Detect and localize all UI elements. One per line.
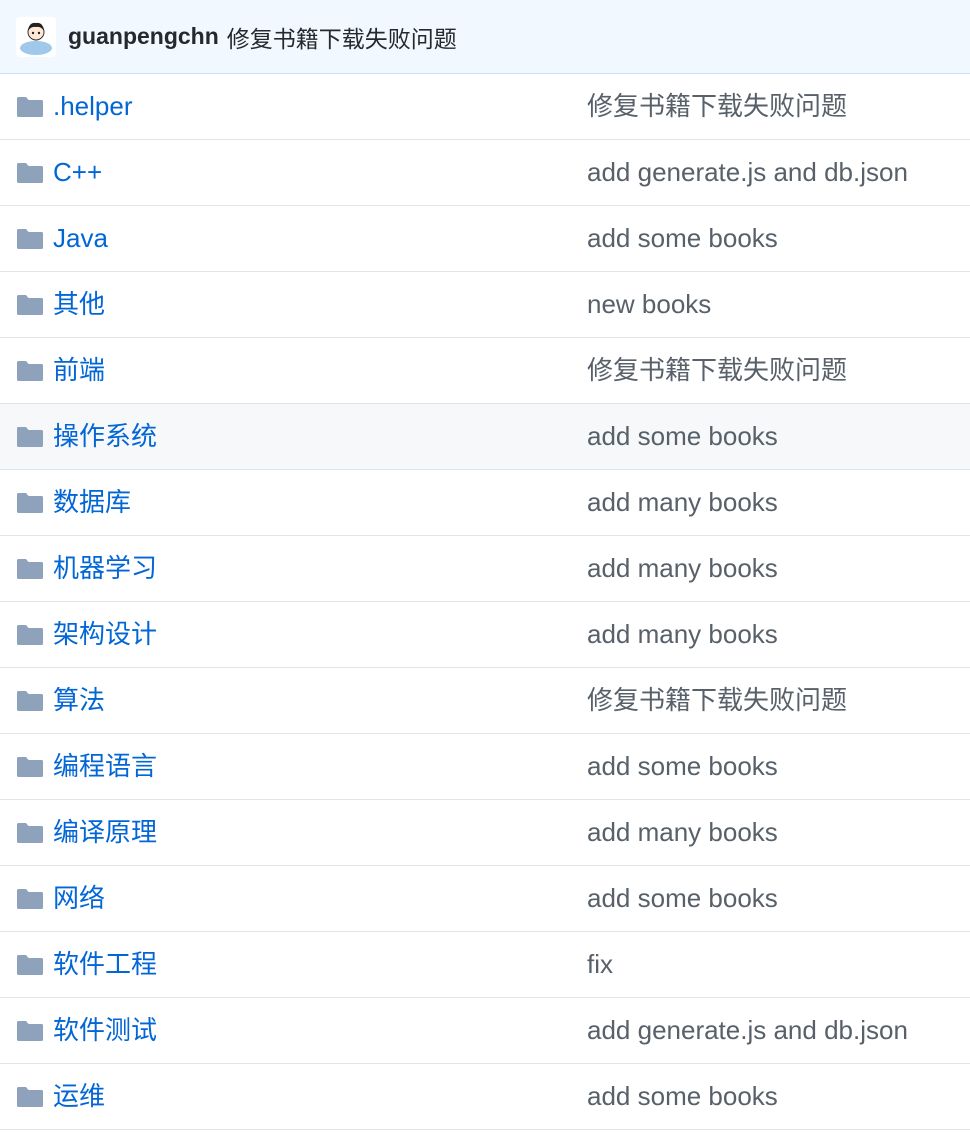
- commit-message-link[interactable]: add some books: [587, 734, 778, 799]
- folder-name-link[interactable]: 运维: [53, 1064, 105, 1129]
- commit-message-link[interactable]: fix: [587, 932, 613, 997]
- folder-icon: [16, 1020, 44, 1042]
- commit-message-link[interactable]: add many books: [587, 602, 778, 667]
- folder-name-link[interactable]: 编译原理: [53, 800, 157, 865]
- file-row[interactable]: 数据库 add many books: [0, 470, 970, 536]
- folder-icon: [16, 426, 44, 448]
- folder-name-link[interactable]: 算法: [53, 668, 105, 733]
- file-row[interactable]: 运维 add some books: [0, 1064, 970, 1130]
- folder-name-link[interactable]: 软件测试: [53, 998, 157, 1063]
- commit-message-link[interactable]: 修复书籍下载失败问题: [587, 74, 847, 139]
- commit-message-link[interactable]: add some books: [587, 206, 778, 271]
- folder-icon: [16, 294, 44, 316]
- folder-icon: [16, 690, 44, 712]
- commit-author-link[interactable]: guanpengchn: [68, 23, 219, 50]
- folder-name-link[interactable]: 操作系统: [53, 404, 157, 469]
- file-row[interactable]: 架构设计 add many books: [0, 602, 970, 668]
- file-row[interactable]: 网络 add some books: [0, 866, 970, 932]
- file-row[interactable]: 软件测试 add generate.js and db.json: [0, 998, 970, 1064]
- folder-name-link[interactable]: 前端: [53, 338, 105, 403]
- folder-icon: [16, 1086, 44, 1108]
- folder-name-link[interactable]: 其他: [53, 272, 105, 337]
- latest-commit-bar: guanpengchn 修复书籍下载失败问题: [0, 0, 970, 74]
- file-list: .helper 修复书籍下载失败问题 C++ add generate.js and …: [0, 74, 970, 1130]
- commit-message-link[interactable]: add some books: [587, 1064, 778, 1129]
- folder-icon: [16, 96, 44, 118]
- commit-message-link[interactable]: 修复书籍下载失败问题: [587, 338, 847, 403]
- file-row[interactable]: 算法 修复书籍下载失败问题: [0, 668, 970, 734]
- folder-icon: [16, 228, 44, 250]
- commit-message-link[interactable]: add many books: [587, 800, 778, 865]
- file-row[interactable]: Java add some books: [0, 206, 970, 272]
- folder-name-link[interactable]: Java: [53, 206, 108, 271]
- folder-name-link[interactable]: 数据库: [53, 470, 131, 535]
- commit-message-link[interactable]: add generate.js and db.json: [587, 998, 908, 1063]
- folder-name-link[interactable]: .helper: [53, 74, 133, 139]
- file-row[interactable]: C++ add generate.js and db.json: [0, 140, 970, 206]
- commit-message-link[interactable]: 修复书籍下载失败问题: [587, 668, 847, 733]
- file-row[interactable]: 其他 new books: [0, 272, 970, 338]
- folder-icon: [16, 888, 44, 910]
- commit-message-link[interactable]: add many books: [587, 470, 778, 535]
- folder-icon: [16, 624, 44, 646]
- file-row[interactable]: 软件工程 fix: [0, 932, 970, 998]
- file-row[interactable]: 机器学习 add many books: [0, 536, 970, 602]
- commit-message-link[interactable]: add some books: [587, 404, 778, 469]
- file-row[interactable]: .helper 修复书籍下载失败问题: [0, 74, 970, 140]
- commit-message-link[interactable]: add many books: [587, 536, 778, 601]
- folder-name-link[interactable]: C++: [53, 140, 102, 205]
- file-row[interactable]: 编程语言 add some books: [0, 734, 970, 800]
- commit-message-link[interactable]: add generate.js and db.json: [587, 140, 908, 205]
- folder-icon: [16, 756, 44, 778]
- commit-message-link[interactable]: new books: [587, 272, 711, 337]
- file-row[interactable]: 前端 修复书籍下载失败问题: [0, 338, 970, 404]
- folder-icon: [16, 492, 44, 514]
- folder-name-link[interactable]: 机器学习: [53, 536, 157, 601]
- commit-message-link[interactable]: add some books: [587, 866, 778, 931]
- folder-icon: [16, 954, 44, 976]
- folder-icon: [16, 822, 44, 844]
- folder-icon: [16, 360, 44, 382]
- folder-name-link[interactable]: 架构设计: [53, 602, 157, 667]
- file-row[interactable]: 操作系统 add some books: [0, 404, 970, 470]
- folder-name-link[interactable]: 软件工程: [53, 932, 157, 997]
- commit-message-link[interactable]: 修复书籍下载失败问题: [227, 20, 457, 54]
- file-row[interactable]: 编译原理 add many books: [0, 800, 970, 866]
- folder-name-link[interactable]: 编程语言: [53, 734, 157, 799]
- folder-icon: [16, 162, 44, 184]
- avatar-icon[interactable]: [16, 16, 56, 57]
- folder-name-link[interactable]: 网络: [53, 866, 105, 931]
- folder-icon: [16, 558, 44, 580]
